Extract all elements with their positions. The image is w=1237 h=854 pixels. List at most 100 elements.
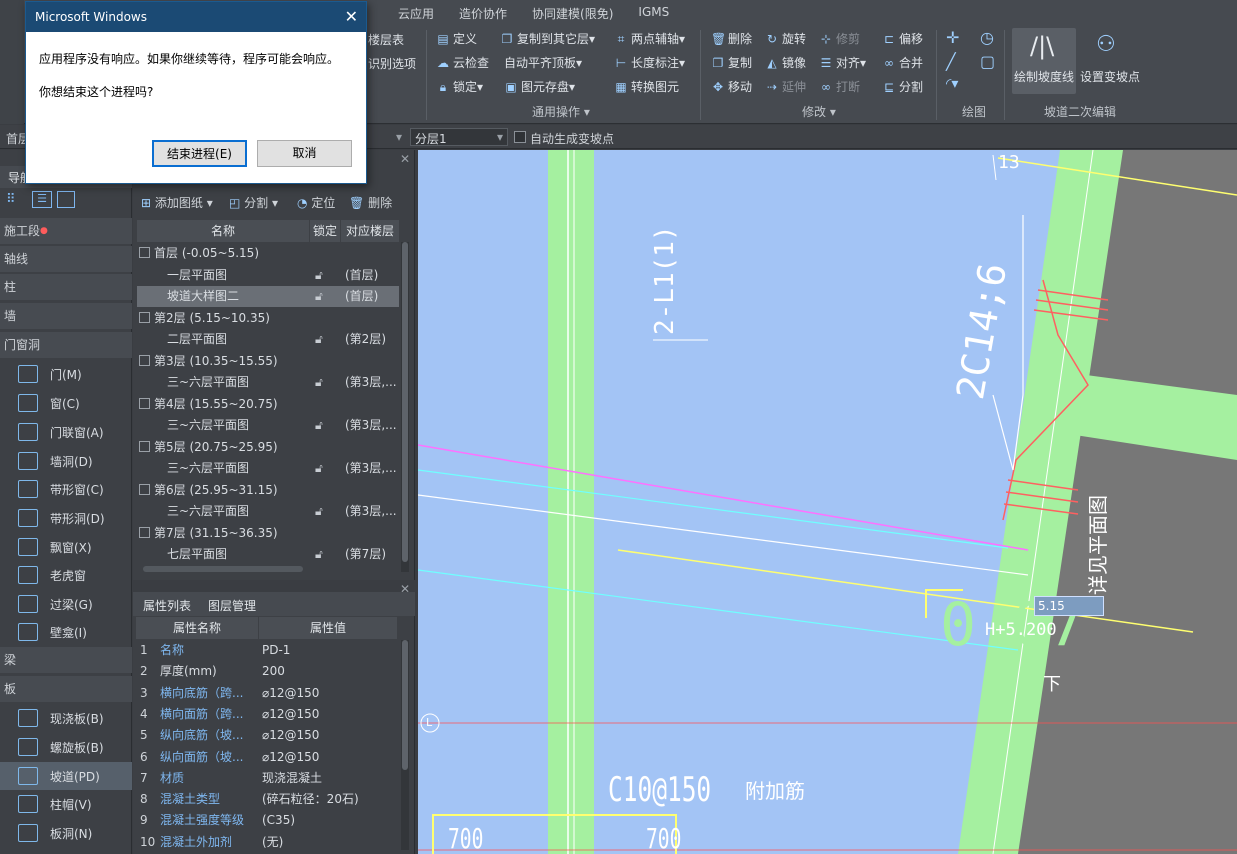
floor-group-row[interactable]: 首层 (-0.05~5.15) [137,243,399,264]
nav-item-dormer[interactable]: 老虎窗 [0,561,132,589]
save-element-button[interactable]: ▣ 图元存盘 ▾ [504,78,575,95]
unlock-icon[interactable]: 🔓︎ [315,415,323,436]
tab-igms[interactable]: IGMS [638,5,669,23]
property-value[interactable]: (无) [262,832,283,853]
prop-scrollbar[interactable] [401,640,409,850]
property-value[interactable]: PD-1 [262,640,290,661]
unlock-icon[interactable]: 🔓︎ [315,458,323,479]
property-row[interactable]: 1 名称 PD-1 [136,640,398,661]
col-header-name[interactable]: 名称 [137,220,309,242]
close-icon[interactable]: ✕ [345,2,358,32]
set-slope-point-button[interactable]: ⚇ 设置变坡点 [1080,28,1142,94]
nav-section-door-window[interactable]: 门窗洞 [0,332,132,358]
nav-section-beam[interactable]: 梁 [0,647,132,673]
two-point-aux-button[interactable]: ⌗ 两点辅轴 ▾ [614,30,685,47]
draw-rect-icon[interactable]: ▢ [980,52,995,71]
elevation-input[interactable]: 5.15 [1034,596,1104,616]
property-row[interactable]: 5 纵向底筋（坡... ⌀12@150 [136,725,398,746]
lock-button[interactable]: 🔒︎ 锁定 ▾ [436,78,483,95]
length-label-button[interactable]: ⊢ 长度标注 ▾ [614,54,685,71]
nav-item-window[interactable]: 窗(C) [0,389,132,417]
unlock-icon[interactable]: 🔓︎ [315,501,323,522]
property-row[interactable]: 8 混凝土类型 (碎石粒径：20石) [136,789,398,810]
merge-button[interactable]: ∞ 合并 [882,54,923,71]
property-row[interactable]: 10 混凝土外加剂 (无) [136,832,398,853]
property-row[interactable]: 9 混凝土强度等级 (C35) [136,810,398,831]
trim-button[interactable]: ⊹ 修剪 [819,30,860,47]
break-button[interactable]: ∞ 打断 [819,78,860,95]
cad-drawing[interactable] [418,150,1237,854]
property-value[interactable]: (C35) [262,810,295,831]
floor-group-row[interactable]: 第4层 (15.55~20.75) [137,394,399,415]
add-drawing-button[interactable]: ⊞ 添加图纸 ▾ [141,194,213,211]
property-value[interactable]: 200 [262,661,285,682]
move-button[interactable]: ✥ 移动 [711,78,752,95]
drawing-row[interactable]: 三~六层平面图 🔓︎ (第3层,... [137,415,399,436]
draw-circle-icon[interactable]: ◷ [980,28,994,47]
locate-drawing-button[interactable]: ◔ 定位 [297,194,335,211]
align-button[interactable]: ☰ 对齐 ▾ [819,54,866,71]
tree-view-icon[interactable] [57,191,75,208]
dropdown-arrow-icon[interactable]: ▾ [396,130,402,144]
nav-item-spiral-slab[interactable]: 螺旋板(B) [0,733,132,761]
nav-item-bay-window[interactable]: 飘窗(X) [0,533,132,561]
define-button[interactable]: ▤ 定义 [436,30,477,47]
col-header-floor[interactable]: 对应楼层 [341,220,399,242]
draw-slope-line-button[interactable]: /|\ 绘制坡度线 [1012,28,1076,94]
list-view-icon[interactable]: ☰ [32,191,52,208]
close-icon[interactable]: ✕ [400,152,410,166]
drawing-row[interactable]: 七层平面图 🔓︎ (第7层) [137,544,399,565]
drawing-row[interactable]: 一层平面图 🔓︎ (首层) [137,265,399,286]
unlock-icon[interactable]: 🔓︎ [315,286,323,307]
unlock-icon[interactable]: 🔓︎ [315,544,323,565]
floor-table-button[interactable]: 楼层表 [368,31,404,48]
nav-item-niche[interactable]: 壁龛(I) [0,618,132,646]
property-row[interactable]: 6 纵向面筋（坡... ⌀12@150 [136,747,398,768]
property-value[interactable]: ⌀12@150 [262,704,319,725]
nav-item-strip-window[interactable]: 带形窗(C) [0,475,132,503]
copy-button[interactable]: ❐ 复制 [711,54,752,71]
nav-item-door-window[interactable]: 门联窗(A) [0,418,132,446]
property-row[interactable]: 7 材质 现浇混凝土 [136,768,398,789]
mirror-button[interactable]: ◭ 镜像 [765,54,806,71]
drawing-canvas[interactable]: 13 2-L1(1) 2C14;6 0.07 H+5.200 5.15 下 C1… [418,150,1237,854]
property-value[interactable]: ⌀12@150 [262,747,319,768]
floor-group-row[interactable]: 第2层 (5.15~10.35) [137,308,399,329]
auto-gen-checkbox[interactable] [514,131,526,143]
property-value[interactable]: ⌀12@150 [262,683,319,704]
rotate-button[interactable]: ↻ 旋转 [765,30,806,47]
nav-section-column[interactable]: 柱 [0,274,132,300]
extend-button[interactable]: ⇢ 延伸 [765,78,806,95]
scrollbar-thumb[interactable] [402,640,408,770]
property-value[interactable]: ⌀12@150 [262,725,319,746]
draw-arc-icon[interactable]: ◜▾ [946,76,958,92]
nav-section-construction[interactable]: 施工段● [0,218,132,244]
drawing-row[interactable]: 三~六层平面图 🔓︎ (第3层,... [137,458,399,479]
cancel-button[interactable]: 取消 [257,140,352,167]
cloud-check-button[interactable]: ☁ 云检查 [436,54,489,71]
draw-point-icon[interactable]: ✛ [946,28,959,47]
nav-item-ramp[interactable]: 坡道(PD) [0,762,132,790]
floor-group-row[interactable]: 第3层 (10.35~15.55) [137,351,399,372]
unlock-icon[interactable]: 🔓︎ [315,372,323,393]
nav-section-wall[interactable]: 墙 [0,303,132,329]
nav-item-cast-slab[interactable]: 现浇板(B) [0,704,132,732]
drawing-row[interactable]: 三~六层平面图 🔓︎ (第3层,... [137,372,399,393]
floor-group-row[interactable]: 第5层 (20.75~25.95) [137,437,399,458]
col-header-lock[interactable]: 锁定 [310,220,340,242]
auto-flush-button[interactable]: 自动平齐顶板 ▾ [504,54,582,71]
nav-item-slab-hole[interactable]: 板洞(N) [0,819,132,847]
nav-section-slab[interactable]: 板 [0,676,132,702]
drawing-row[interactable]: 二层平面图 🔓︎ (第2层) [137,329,399,350]
delete-button[interactable]: 🗑︎ 删除 [711,30,752,47]
convert-element-button[interactable]: ▦ 转换图元 [614,78,679,95]
property-value[interactable]: 现浇混凝土 [262,768,322,789]
floor-group-row[interactable]: 第7层 (31.15~36.35) [137,523,399,544]
nav-item-wall-hole[interactable]: 墙洞(D) [0,447,132,475]
tab-cost[interactable]: 造价协作 [459,5,507,23]
tab-collab[interactable]: 协同建模(限免) [532,5,613,23]
scrollbar-thumb[interactable] [402,242,408,562]
nav-item-door[interactable]: 门(M) [0,360,132,388]
unlock-icon[interactable]: 🔓︎ [315,265,323,286]
nav-item-column-cap[interactable]: 柱帽(V) [0,790,132,818]
